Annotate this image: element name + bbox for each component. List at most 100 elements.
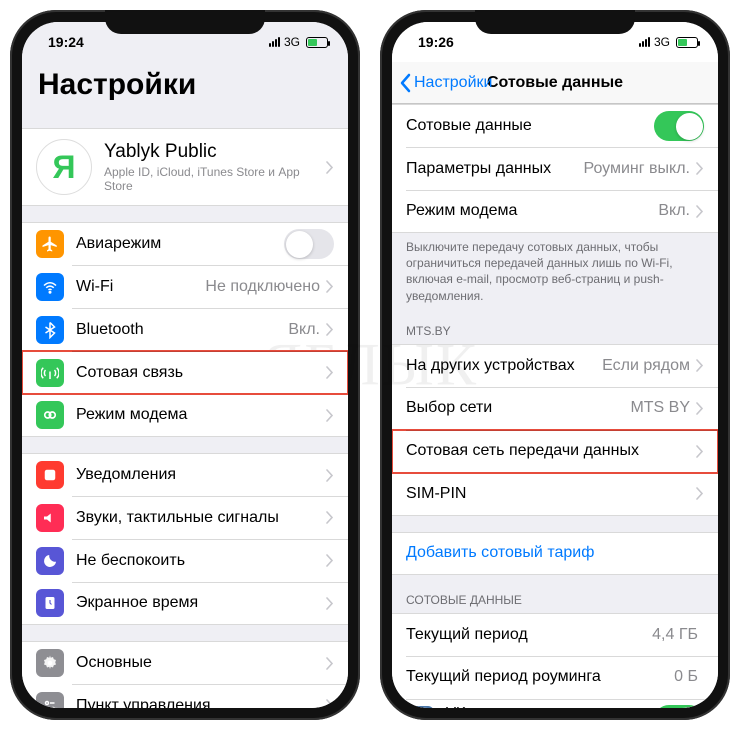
chevron-right-icon (326, 323, 334, 336)
row-label: Добавить сотовый тариф (406, 544, 704, 562)
section-header-data: СОТОВЫЕ ДАННЫЕ (392, 575, 718, 613)
row-label: Сотовая связь (76, 364, 326, 382)
chevron-right-icon (326, 597, 334, 610)
row-label: Основные (76, 654, 326, 672)
screen-settings: 19:24 3G Настройки Я Yablyk Public Apple… (22, 22, 348, 708)
hotspot-icon (36, 401, 64, 429)
row-detail: Не подключено (205, 278, 320, 296)
avatar: Я (36, 139, 92, 195)
row-app-vk[interactable]: VK VK 2,1 ГБ (392, 699, 718, 708)
row-detail: MTS BY (630, 399, 690, 417)
chevron-right-icon (326, 511, 334, 524)
chevron-right-icon (326, 280, 334, 293)
screentime-icon (36, 589, 64, 617)
row-label: Bluetooth (76, 321, 288, 339)
row-label: Режим модема (76, 406, 326, 424)
row-label: Пункт управления (76, 697, 326, 709)
row-airplane[interactable]: Авиарежим (22, 222, 348, 265)
battery-icon (676, 37, 698, 48)
back-label: Настройки (414, 74, 492, 92)
row-label: Не беспокоить (76, 552, 326, 570)
chevron-left-icon (398, 73, 412, 93)
chevron-right-icon (326, 657, 334, 670)
row-cellular-data-network[interactable]: Сотовая сеть передачи данных (392, 430, 718, 473)
status-icons: 3G (269, 35, 328, 49)
row-label: Экранное время (76, 594, 326, 612)
row-label: Сотовая сеть передачи данных (406, 442, 696, 460)
chevron-right-icon (326, 469, 334, 482)
app-text: VK 2,1 ГБ (446, 704, 654, 708)
chevron-right-icon (696, 359, 704, 372)
row-label: Wi-Fi (76, 278, 205, 296)
row-wifi[interactable]: Wi-Fi Не подключено (22, 265, 348, 308)
status-time: 19:26 (418, 34, 454, 50)
row-current-period[interactable]: Текущий период 4,4 ГБ (392, 613, 718, 656)
toggle-cellular-data[interactable] (654, 111, 704, 141)
row-label: На других устройствах (406, 357, 602, 375)
row-label: Параметры данных (406, 160, 583, 178)
toggle-app-vk[interactable] (654, 705, 704, 708)
row-notifications[interactable]: Уведомления (22, 453, 348, 496)
screen-cellular: 19:26 3G Настройки Сотовые данные Сотовы… (392, 22, 718, 708)
status-time: 19:24 (48, 34, 84, 50)
row-hotspot[interactable]: Режим модема (22, 394, 348, 437)
row-label: Текущий период роуминга (406, 668, 674, 686)
notifications-icon (36, 461, 64, 489)
signal-icon (639, 37, 650, 47)
row-cellular[interactable]: Сотовая связь (22, 351, 348, 394)
nav-bar: Настройки Сотовые данные (392, 62, 718, 104)
notch (475, 10, 635, 34)
row-cellular-data[interactable]: Сотовые данные (392, 104, 718, 147)
row-label: Текущий период (406, 626, 652, 644)
row-sounds[interactable]: Звуки, тактильные сигналы (22, 496, 348, 539)
row-control-center[interactable]: Пункт управления (22, 684, 348, 708)
cellular-icon (36, 359, 64, 387)
chevron-right-icon (696, 487, 704, 500)
profile-sub: Apple ID, iCloud, iTunes Store и App Sto… (104, 165, 326, 193)
row-other-devices[interactable]: На других устройствах Если рядом (392, 344, 718, 387)
chevron-right-icon (326, 699, 334, 708)
row-label: Звуки, тактильные сигналы (76, 509, 326, 527)
chevron-right-icon (326, 554, 334, 567)
row-general[interactable]: Основные (22, 641, 348, 684)
row-bluetooth[interactable]: Bluetooth Вкл. (22, 308, 348, 351)
nav-title: Сотовые данные (487, 74, 623, 92)
row-label: Режим модема (406, 202, 658, 220)
network-label: 3G (284, 35, 300, 49)
toggle-airplane[interactable] (284, 229, 334, 259)
row-detail: Роуминг выкл. (583, 160, 690, 178)
row-label: Выбор сети (406, 399, 630, 417)
row-personal-hotspot[interactable]: Режим модема Вкл. (392, 190, 718, 233)
row-dnd[interactable]: Не беспокоить (22, 539, 348, 582)
row-sim-pin[interactable]: SIM-PIN (392, 473, 718, 516)
section-header-carrier: MTS.BY (392, 306, 718, 344)
row-add-cellular-plan[interactable]: Добавить сотовый тариф (392, 532, 718, 575)
row-label: Уведомления (76, 466, 326, 484)
row-label: Сотовые данные (406, 117, 654, 135)
footer-note: Выключите передачу сотовых данных, чтобы… (392, 233, 718, 306)
profile-text: Yablyk Public Apple ID, iCloud, iTunes S… (104, 141, 326, 193)
app-name: VK (446, 704, 654, 708)
airplane-icon (36, 230, 64, 258)
row-data-options[interactable]: Параметры данных Роуминг выкл. (392, 147, 718, 190)
gear-icon (36, 649, 64, 677)
chevron-right-icon (696, 205, 704, 218)
row-current-roaming[interactable]: Текущий период роуминга 0 Б (392, 656, 718, 699)
signal-icon (269, 37, 280, 47)
network-label: 3G (654, 35, 670, 49)
chevron-right-icon (696, 445, 704, 458)
vk-icon: VK (406, 706, 434, 708)
row-label: Авиарежим (76, 235, 284, 253)
settings-content: Настройки Я Yablyk Public Apple ID, iClo… (22, 62, 348, 708)
sounds-icon (36, 504, 64, 532)
wifi-icon (36, 273, 64, 301)
apple-id-row[interactable]: Я Yablyk Public Apple ID, iCloud, iTunes… (22, 128, 348, 206)
chevron-right-icon (696, 402, 704, 415)
back-button[interactable]: Настройки (398, 62, 492, 103)
row-network-selection[interactable]: Выбор сети MTS BY (392, 387, 718, 430)
row-detail: 4,4 ГБ (652, 626, 698, 644)
row-detail: Вкл. (288, 321, 320, 339)
chevron-right-icon (326, 409, 334, 422)
row-detail: Если рядом (602, 357, 690, 375)
row-screentime[interactable]: Экранное время (22, 582, 348, 625)
